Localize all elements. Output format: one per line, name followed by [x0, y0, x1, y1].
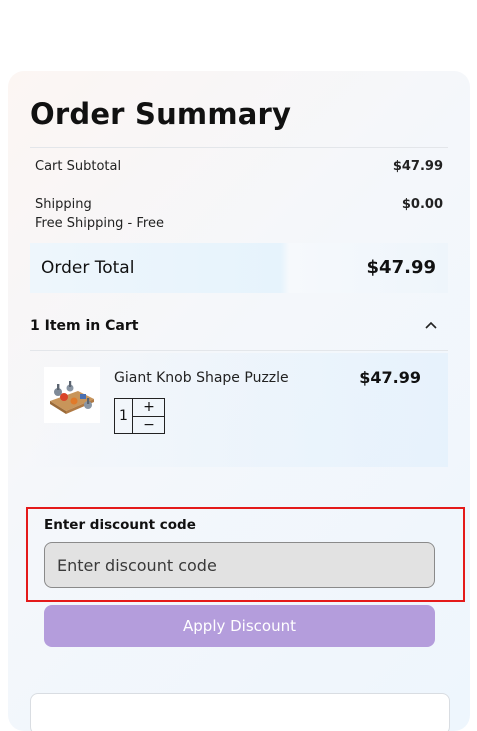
product-price: $47.99: [359, 368, 421, 387]
subtotal-label: Cart Subtotal: [35, 159, 122, 174]
order-summary-panel: Order Summary Cart Subtotal $47.99 Shipp…: [8, 71, 470, 731]
shipping-value: $0.00: [401, 197, 443, 212]
chevron-up-icon[interactable]: [423, 318, 439, 334]
product-name[interactable]: Giant Knob Shape Puzzle: [114, 370, 289, 386]
product-image: [44, 367, 100, 423]
quantity-value[interactable]: 1: [119, 408, 128, 424]
order-total-label: Order Total: [41, 258, 135, 278]
shipping-label: Shipping: [35, 197, 92, 212]
discount-label: Enter discount code: [44, 517, 196, 533]
next-section-box: [30, 693, 450, 731]
decrement-button[interactable]: −: [133, 417, 165, 434]
quantity-stepper: 1 + −: [114, 398, 165, 434]
divider: [30, 147, 448, 148]
page-title: Order Summary: [30, 97, 292, 131]
apply-discount-button[interactable]: Apply Discount: [44, 605, 435, 647]
shipping-method: Free Shipping - Free: [35, 216, 164, 231]
items-in-cart-heading[interactable]: 1 Item in Cart: [30, 318, 138, 334]
divider: [30, 350, 448, 351]
puzzle-board-image: [44, 367, 100, 423]
increment-button[interactable]: +: [133, 399, 165, 416]
subtotal-value: $47.99: [392, 159, 443, 174]
discount-code-input[interactable]: [44, 542, 435, 588]
order-total-value: $47.99: [366, 257, 436, 278]
